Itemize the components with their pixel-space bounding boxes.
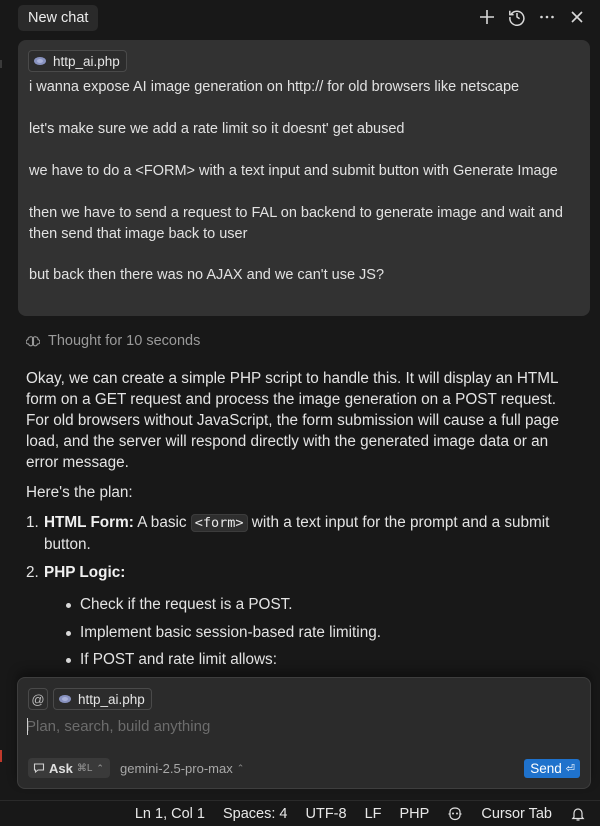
send-label: Send xyxy=(530,761,562,776)
bullet-item: Implement basic session-based rate limit… xyxy=(26,622,581,643)
model-label: gemini-2.5-pro-max xyxy=(120,760,233,776)
step-title: PHP Logic: xyxy=(44,564,126,581)
editor-edge-marker-red xyxy=(0,750,2,762)
user-message-line: let's make sure we add a rate limit so i… xyxy=(29,121,405,137)
inline-code: <form> xyxy=(190,514,248,532)
line-ending[interactable]: LF xyxy=(365,806,382,822)
step-text: A basic xyxy=(133,514,191,531)
chevron-up-icon: ⌃ xyxy=(236,762,245,773)
php-elephant-icon xyxy=(34,57,46,65)
indentation[interactable]: Spaces: 4 xyxy=(223,806,288,822)
mode-selector[interactable]: Ask ⌘L ⌃ xyxy=(28,758,110,778)
thought-label: Thought for 10 seconds xyxy=(48,333,201,349)
cursor-tab-status[interactable]: Cursor Tab xyxy=(481,806,552,822)
send-button[interactable]: Send ⏎ xyxy=(524,759,580,778)
encoding[interactable]: UTF-8 xyxy=(306,806,347,822)
file-chip[interactable]: http_ai.php xyxy=(28,50,127,72)
chat-bubble-icon xyxy=(33,763,45,774)
history-icon[interactable] xyxy=(506,6,528,28)
context-file-chip[interactable]: http_ai.php xyxy=(53,688,152,710)
close-icon[interactable] xyxy=(566,6,588,28)
editor-edge-marker xyxy=(0,60,2,68)
list-item: 2. PHP Logic: xyxy=(26,562,581,583)
file-chip-label: http_ai.php xyxy=(53,53,120,69)
user-message-line: i wanna expose AI image generation on ht… xyxy=(29,79,520,95)
file-chip-label: http_ai.php xyxy=(78,691,145,707)
language-mode[interactable]: PHP xyxy=(400,806,430,822)
user-message[interactable]: http_ai.php i wanna expose AI image gene… xyxy=(18,40,590,316)
assistant-intro: Okay, we can create a simple PHP script … xyxy=(26,370,560,471)
user-message-line: we have to do a <FORM> with a text input… xyxy=(29,163,558,179)
user-message-line: then we have to send a request to FAL on… xyxy=(29,205,563,221)
chat-header: New chat xyxy=(0,0,600,36)
chat-composer: @ http_ai.php Ask ⌘L ⌃ gemini-2.5-pro-ma… xyxy=(17,677,591,789)
user-message-line: but back then there was no AJAX and we c… xyxy=(29,267,385,283)
mode-label: Ask xyxy=(49,760,73,776)
mention-button[interactable]: @ xyxy=(28,688,48,710)
bell-icon[interactable] xyxy=(570,806,586,822)
plan-heading: Here's the plan: xyxy=(26,484,133,501)
php-elephant-icon xyxy=(59,695,71,703)
status-bar: Ln 1, Col 1 Spaces: 4 UTF-8 LF PHP Curso… xyxy=(0,800,600,826)
model-selector[interactable]: gemini-2.5-pro-max ⌃ xyxy=(120,758,244,778)
bullet-item: If POST and rate limit allows: xyxy=(26,649,581,670)
thought-toggle[interactable]: Thought for 10 seconds xyxy=(26,333,200,349)
plus-icon[interactable] xyxy=(476,6,498,28)
return-key-icon: ⏎ xyxy=(565,763,575,775)
more-icon[interactable] xyxy=(536,6,558,28)
user-message-line: then send that image back to user xyxy=(29,226,248,242)
step-title: HTML Form: xyxy=(44,514,134,531)
list-number: 2. xyxy=(26,564,39,581)
copilot-icon[interactable] xyxy=(447,806,463,822)
text-caret xyxy=(27,718,28,735)
list-number: 1. xyxy=(26,514,39,531)
brain-icon xyxy=(26,336,40,347)
cursor-position[interactable]: Ln 1, Col 1 xyxy=(135,806,205,822)
chat-title[interactable]: New chat xyxy=(18,5,99,31)
bullet-item: Check if the request is a POST. xyxy=(26,594,581,615)
chevron-up-icon: ⌃ xyxy=(96,762,104,773)
list-item: 1. HTML Form: A basic <form> with a text… xyxy=(26,512,581,555)
assistant-message: Okay, we can create a simple PHP script … xyxy=(26,368,581,677)
prompt-input[interactable] xyxy=(26,716,566,736)
mode-shortcut: ⌘L xyxy=(76,762,93,774)
